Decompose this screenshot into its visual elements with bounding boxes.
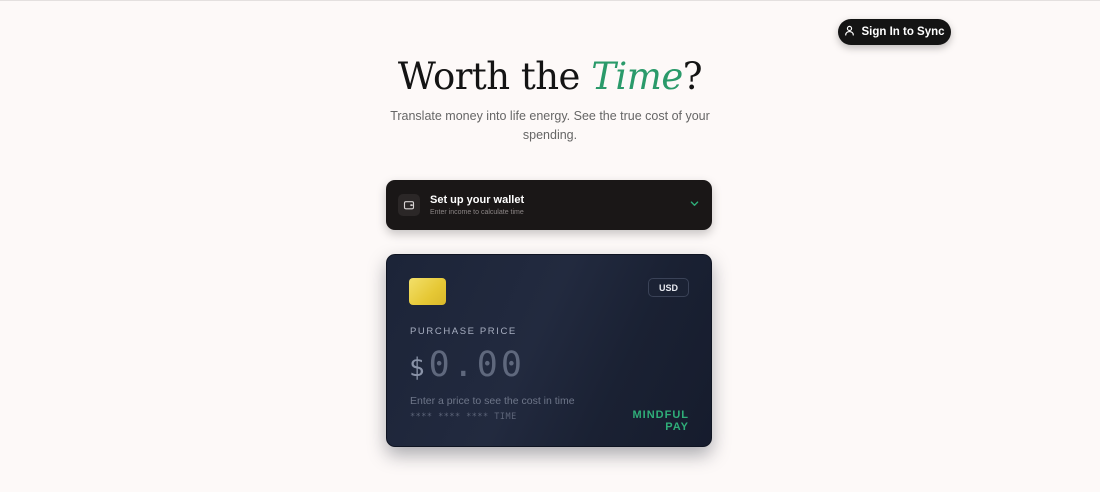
purchase-card: USD PURCHASE PRICE $ Enter a price to se… bbox=[386, 254, 712, 447]
page-subtitle: Translate money into life energy. See th… bbox=[390, 109, 710, 142]
page: Sign In to Sync Worth the Time? Translat… bbox=[0, 0, 1100, 492]
wallet-title: Set up your wallet bbox=[430, 193, 525, 206]
price-input[interactable] bbox=[428, 345, 609, 385]
card-chip bbox=[409, 278, 446, 305]
wallet-setup-dropdown[interactable]: Set up your wallet Enter income to calcu… bbox=[386, 180, 712, 230]
price-hint: Enter a price to see the cost in time bbox=[410, 395, 575, 407]
user-icon bbox=[844, 25, 855, 39]
price-row: $ bbox=[409, 345, 609, 385]
wallet-icon bbox=[398, 194, 420, 216]
sign-in-button[interactable]: Sign In to Sync bbox=[838, 19, 951, 45]
wallet-text: Set up your wallet Enter income to calcu… bbox=[430, 193, 689, 218]
card-brand: MINDFUL PAY bbox=[632, 409, 689, 433]
wallet-subtitle: Enter income to calculate time bbox=[430, 208, 524, 216]
title-after: ? bbox=[682, 55, 703, 98]
title-before: Worth the bbox=[397, 55, 592, 98]
currency-symbol: $ bbox=[409, 353, 425, 383]
page-title: Worth the Time? bbox=[0, 55, 1100, 98]
card-number-mask: **** **** **** TIME bbox=[410, 412, 517, 422]
purchase-price-label: PURCHASE PRICE bbox=[410, 326, 517, 337]
sign-in-label: Sign In to Sync bbox=[861, 26, 945, 38]
chevron-down-icon bbox=[689, 196, 700, 214]
currency-selector[interactable]: USD bbox=[648, 278, 689, 297]
title-accent: Time bbox=[591, 55, 683, 98]
